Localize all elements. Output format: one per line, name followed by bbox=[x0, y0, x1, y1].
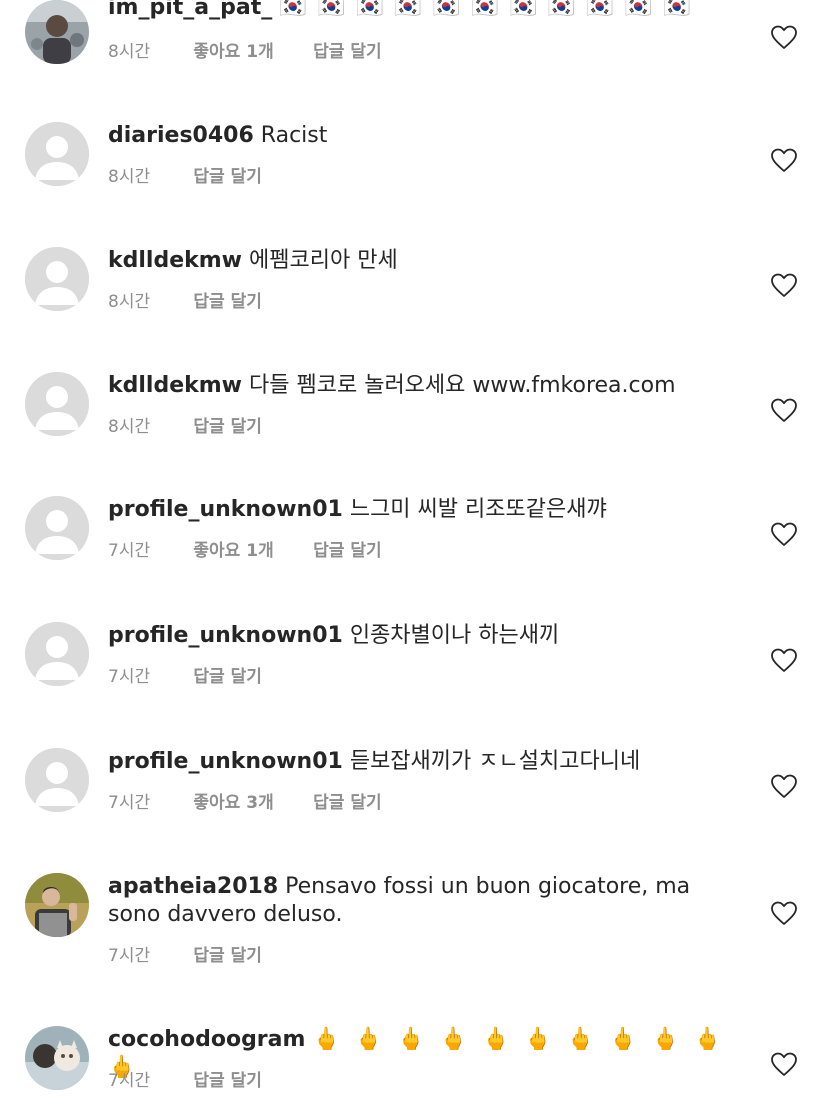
comment-meta: 7시간 좋아요 1개 답글 달기 bbox=[108, 539, 382, 563]
heart-outline-icon[interactable] bbox=[770, 521, 798, 547]
comment-body: 에펨코리아 만세 bbox=[249, 248, 398, 273]
reply-button[interactable]: 답글 달기 bbox=[193, 1069, 261, 1093]
default-profile-icon bbox=[25, 372, 89, 436]
comment-likes[interactable]: 좋아요 3개 bbox=[193, 791, 273, 815]
avatar[interactable] bbox=[25, 0, 89, 64]
default-profile-icon bbox=[25, 122, 89, 186]
comment-username[interactable]: profile_unknown01 bbox=[108, 623, 343, 648]
default-profile-icon bbox=[25, 748, 89, 812]
comment-body: 인종차별이나 하는새끼 bbox=[349, 623, 560, 648]
comment-meta: 7시간 답글 달기 bbox=[108, 665, 262, 689]
reply-button[interactable]: 답글 달기 bbox=[313, 791, 381, 815]
heart-outline-icon[interactable] bbox=[770, 900, 798, 926]
heart-outline-icon[interactable] bbox=[770, 773, 798, 799]
comment-username[interactable]: im_pit_a_pat_ bbox=[108, 0, 272, 20]
comment-body: 듣보잡새끼가 ㅈㄴ설치고다니네 bbox=[349, 749, 641, 774]
comment-meta: 8시간 답글 달기 bbox=[108, 290, 262, 314]
comment-username[interactable]: kdlldekmw bbox=[108, 373, 242, 398]
heart-outline-icon[interactable] bbox=[770, 24, 798, 50]
comment-body: 느그미 씨발 리조또같은새꺄 bbox=[349, 497, 607, 522]
comment-username[interactable]: profile_unknown01 bbox=[108, 497, 343, 522]
profile-photo-icon bbox=[25, 873, 89, 937]
reply-button[interactable]: 답글 달기 bbox=[193, 290, 261, 314]
comment-text: profile_unknown01 느그미 씨발 리조또같은새꺄 bbox=[108, 496, 728, 524]
comment-time: 7시간 bbox=[108, 946, 151, 966]
comment-username[interactable]: cocohodoogram bbox=[108, 1027, 305, 1052]
reply-button[interactable]: 답글 달기 bbox=[193, 944, 261, 968]
comment-time: 8시간 bbox=[108, 417, 151, 437]
comment-time: 8시간 bbox=[108, 42, 151, 62]
comment-username[interactable]: diaries0406 bbox=[108, 123, 254, 148]
comment-time: 7시간 bbox=[108, 793, 151, 813]
default-profile-icon bbox=[25, 496, 89, 560]
reply-button[interactable]: 답글 달기 bbox=[193, 665, 261, 689]
comment-list: im_pit_a_pat_ 🇰🇷 🇰🇷 🇰🇷 🇰🇷 🇰🇷 🇰🇷 🇰🇷 🇰🇷 🇰🇷… bbox=[0, 0, 840, 1119]
default-profile-icon bbox=[25, 622, 89, 686]
comment-body: 다들 펨코로 놀러오세요 www.fmkorea.com bbox=[249, 373, 676, 398]
reply-button[interactable]: 답글 달기 bbox=[313, 40, 381, 64]
heart-outline-icon[interactable] bbox=[770, 647, 798, 673]
comment-username[interactable]: apatheia2018 bbox=[108, 874, 278, 899]
avatar[interactable] bbox=[25, 247, 89, 311]
reply-button[interactable]: 답글 달기 bbox=[313, 539, 381, 563]
avatar[interactable] bbox=[25, 496, 89, 560]
comment-likes[interactable]: 좋아요 1개 bbox=[193, 40, 273, 64]
avatar[interactable] bbox=[25, 748, 89, 812]
comment-text: apatheia2018 Pensavo fossi un buon gioca… bbox=[108, 873, 728, 929]
reply-button[interactable]: 답글 달기 bbox=[193, 415, 261, 439]
comment-body: Racist bbox=[260, 123, 328, 148]
heart-outline-icon[interactable] bbox=[770, 147, 798, 173]
comment-text: kdlldekmw 에펨코리아 만세 bbox=[108, 247, 728, 275]
heart-outline-icon[interactable] bbox=[770, 1051, 798, 1077]
avatar[interactable] bbox=[25, 1026, 89, 1090]
comment-text: profile_unknown01 인종차별이나 하는새끼 bbox=[108, 622, 728, 650]
avatar[interactable] bbox=[25, 622, 89, 686]
profile-photo-icon bbox=[25, 0, 89, 64]
comment-text: kdlldekmw 다들 펨코로 놀러오세요 www.fmkorea.com bbox=[108, 372, 728, 400]
comment-text: im_pit_a_pat_ 🇰🇷 🇰🇷 🇰🇷 🇰🇷 🇰🇷 🇰🇷 🇰🇷 🇰🇷 🇰🇷… bbox=[108, 0, 728, 22]
avatar[interactable] bbox=[25, 873, 89, 937]
comment-time: 7시간 bbox=[108, 667, 151, 687]
comment-username[interactable]: kdlldekmw bbox=[108, 248, 242, 273]
reply-button[interactable]: 답글 달기 bbox=[193, 165, 261, 189]
comment-time: 7시간 bbox=[108, 541, 151, 561]
heart-outline-icon[interactable] bbox=[770, 397, 798, 423]
comment-time: 8시간 bbox=[108, 292, 151, 312]
comment-likes[interactable]: 좋아요 1개 bbox=[193, 539, 273, 563]
default-profile-icon bbox=[25, 247, 89, 311]
comment-body: 🇰🇷 🇰🇷 🇰🇷 🇰🇷 🇰🇷 🇰🇷 🇰🇷 🇰🇷 🇰🇷 🇰🇷 🇰🇷 bbox=[279, 0, 693, 20]
comment-meta: 7시간 답글 달기 bbox=[108, 1069, 262, 1093]
comment-meta: 7시간 답글 달기 bbox=[108, 944, 262, 968]
comment-meta: 8시간 답글 달기 bbox=[108, 165, 262, 189]
comment-meta: 8시간 답글 달기 bbox=[108, 415, 262, 439]
comment-time: 7시간 bbox=[108, 1071, 151, 1091]
avatar[interactable] bbox=[25, 372, 89, 436]
comment-meta: 8시간 좋아요 1개 답글 달기 bbox=[108, 40, 382, 64]
comment-time: 8시간 bbox=[108, 167, 151, 187]
comment-text: profile_unknown01 듣보잡새끼가 ㅈㄴ설치고다니네 bbox=[108, 748, 728, 776]
profile-photo-icon bbox=[25, 1026, 89, 1090]
avatar[interactable] bbox=[25, 122, 89, 186]
comment-username[interactable]: profile_unknown01 bbox=[108, 749, 343, 774]
comment-meta: 7시간 좋아요 3개 답글 달기 bbox=[108, 791, 382, 815]
comment-text: diaries0406 Racist bbox=[108, 122, 728, 150]
heart-outline-icon[interactable] bbox=[770, 272, 798, 298]
